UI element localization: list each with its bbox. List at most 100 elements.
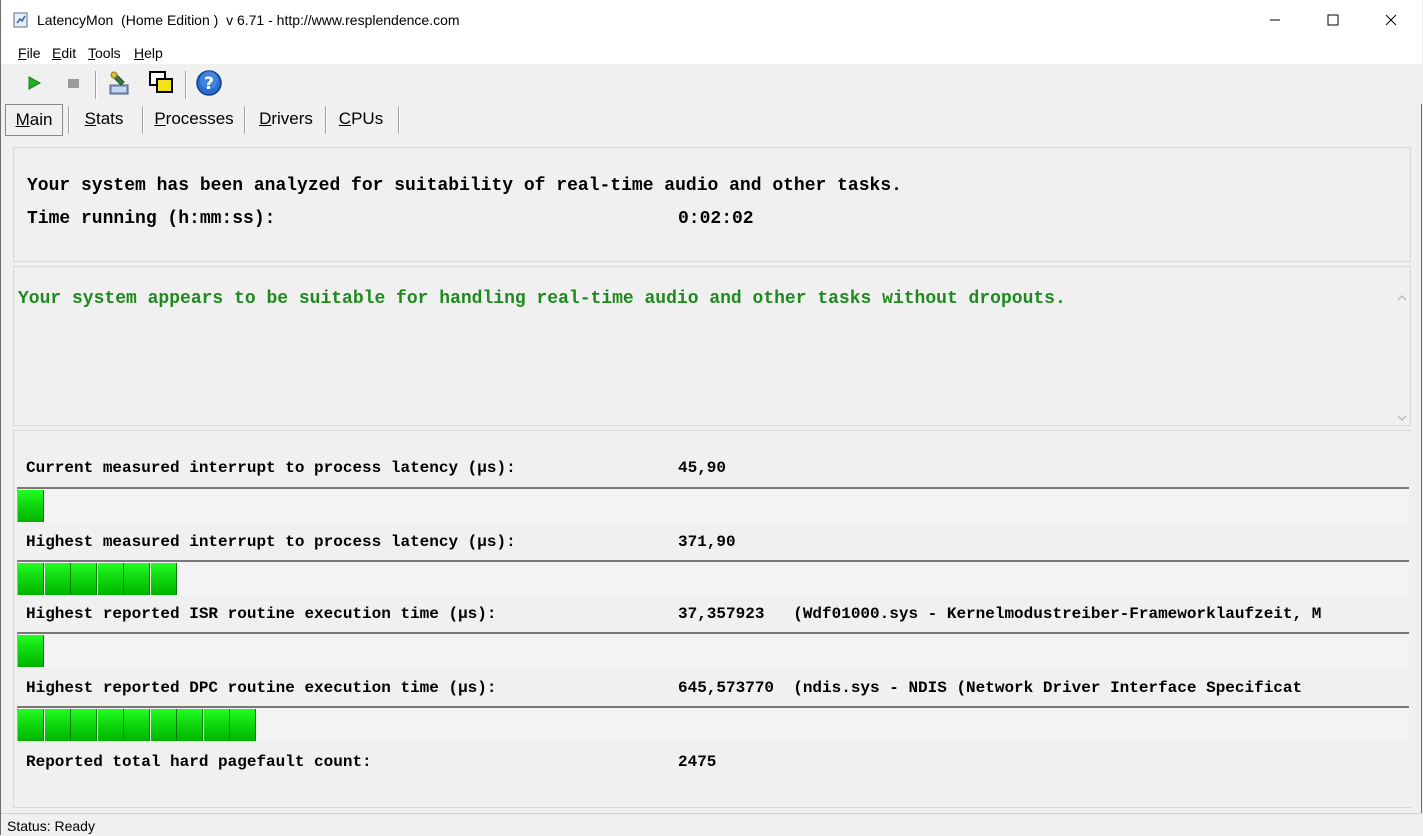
bar-segment [44,709,71,741]
tab-cpus[interactable]: CPUs [332,104,390,134]
tab-processes-label: rocesses [165,109,234,128]
windows-button[interactable] [147,70,175,98]
svg-text:?: ? [204,74,214,94]
menu-edit-label: dit [61,45,77,61]
dpc-time-bar [17,706,1409,741]
drivers-tool-button[interactable] [106,70,134,98]
verdict-message: Your system appears to be suitable for h… [18,289,1066,309]
toolbar-separator [95,71,97,99]
time-running-value: 0:02:02 [678,209,754,229]
menu-file[interactable]: File [18,45,41,61]
menu-bar: File Edit Tools Help [1,42,1422,64]
verdict-scrollbar[interactable] [1394,267,1410,425]
tab-main-accel: M [15,110,30,129]
bar-segment [150,563,177,595]
bar-segment [150,709,177,741]
scroll-up-icon[interactable] [1397,289,1407,305]
toolbar-separator [185,71,187,99]
bar-segment [18,709,44,741]
isr-time-value: 37,357923 (Wdf01000.sys - Kernelmodustre… [678,605,1322,623]
stop-icon [66,76,80,93]
menu-tools-label: ools [95,45,121,61]
menu-help[interactable]: Help [134,45,163,61]
tab-drivers[interactable]: Drivers [251,104,321,134]
tab-separator [142,106,144,134]
isr-time-label: Highest reported ISR routine execution t… [26,605,497,623]
current-latency-label: Current measured interrupt to process la… [26,459,516,477]
bar-segment [44,563,71,595]
windows-icon [148,70,174,99]
pagefault-value: 2475 [678,753,717,771]
tab-stats-accel: S [84,109,96,128]
tab-drivers-label: rivers [271,109,313,128]
bar-segment [71,709,97,741]
metrics-panel: Current measured interrupt to process la… [13,430,1411,808]
verdict-panel: Your system appears to be suitable for h… [13,266,1411,426]
tab-separator [244,106,246,134]
status-text: Status: Ready [7,818,95,834]
bar-segment [177,709,203,741]
minimize-icon [1269,13,1281,29]
close-button[interactable] [1362,0,1420,42]
dpc-time-label: Highest reported DPC routine execution t… [26,679,497,697]
status-bar: Status: Ready [1,813,1422,836]
tab-separator [398,106,400,134]
highest-latency-value: 371,90 [678,533,736,551]
minimize-button[interactable] [1246,0,1304,42]
bar-segment [97,709,124,741]
bar-segment [203,709,230,741]
maximize-button[interactable] [1304,0,1362,42]
help-button[interactable]: ? [195,69,223,100]
highest-latency-label: Highest measured interrupt to process la… [26,533,516,551]
bar-segment [18,635,44,667]
play-icon [27,75,42,93]
bar-segment [71,563,97,595]
bar-segment [18,490,44,522]
bar-segment [124,709,150,741]
app-icon [13,12,29,28]
dpc-time-value: 645,573770 (ndis.sys - NDIS (Network Dri… [678,679,1303,697]
menu-file-label: ile [26,45,41,61]
menu-file-accel: F [18,45,27,61]
start-button[interactable] [20,70,48,98]
tab-drivers-accel: D [259,109,272,128]
time-running-label: Time running (h:mm:ss): [27,209,276,229]
bar-segment [230,709,256,741]
tab-stats[interactable]: Stats [75,104,133,134]
menu-help-accel: H [134,45,145,61]
tab-separator [68,106,70,134]
bar-segment [18,563,44,595]
menu-tools[interactable]: Tools [88,45,121,61]
window-title: LatencyMon (Home Edition ) v 6.71 - http… [37,12,460,28]
isr-time-bar [17,632,1409,667]
current-latency-bar [17,487,1409,522]
help-icon: ? [195,69,223,100]
tab-cpus-label: PUs [351,109,384,128]
highest-latency-bar [17,560,1409,595]
menu-tools-accel: T [88,45,95,61]
toolbar: ? [1,64,1422,104]
tab-cpus-accel: C [338,109,352,128]
menu-help-label: elp [144,45,163,61]
tab-main-label: ain [29,110,53,129]
current-latency-value: 45,90 [678,459,727,477]
tab-processes-accel: P [154,109,166,128]
menu-edit-accel: E [52,45,62,61]
summary-panel: Your system has been analyzed for suitab… [13,147,1411,262]
stop-button[interactable] [59,70,87,98]
latencymon-window: LatencyMon (Home Edition ) v 6.71 - http… [0,0,1422,836]
tab-stats-label: tats [95,109,124,128]
pagefault-label: Reported total hard pagefault count: [26,753,372,771]
menu-edit[interactable]: Edit [52,45,76,61]
tab-processes[interactable]: Processes [149,104,239,134]
title-bar[interactable]: LatencyMon (Home Edition ) v 6.71 - http… [1,0,1422,42]
tab-bar: Main Stats Processes Drivers CPUs [1,104,1422,136]
bar-segment [97,563,124,595]
tab-separator [325,106,327,134]
maximize-icon [1327,13,1339,29]
analyzed-text: Your system has been analyzed for suitab… [27,176,902,196]
drivers-tool-icon [107,70,133,99]
close-icon [1385,13,1397,29]
scroll-down-icon[interactable] [1397,409,1407,425]
tab-main[interactable]: Main [5,104,63,136]
